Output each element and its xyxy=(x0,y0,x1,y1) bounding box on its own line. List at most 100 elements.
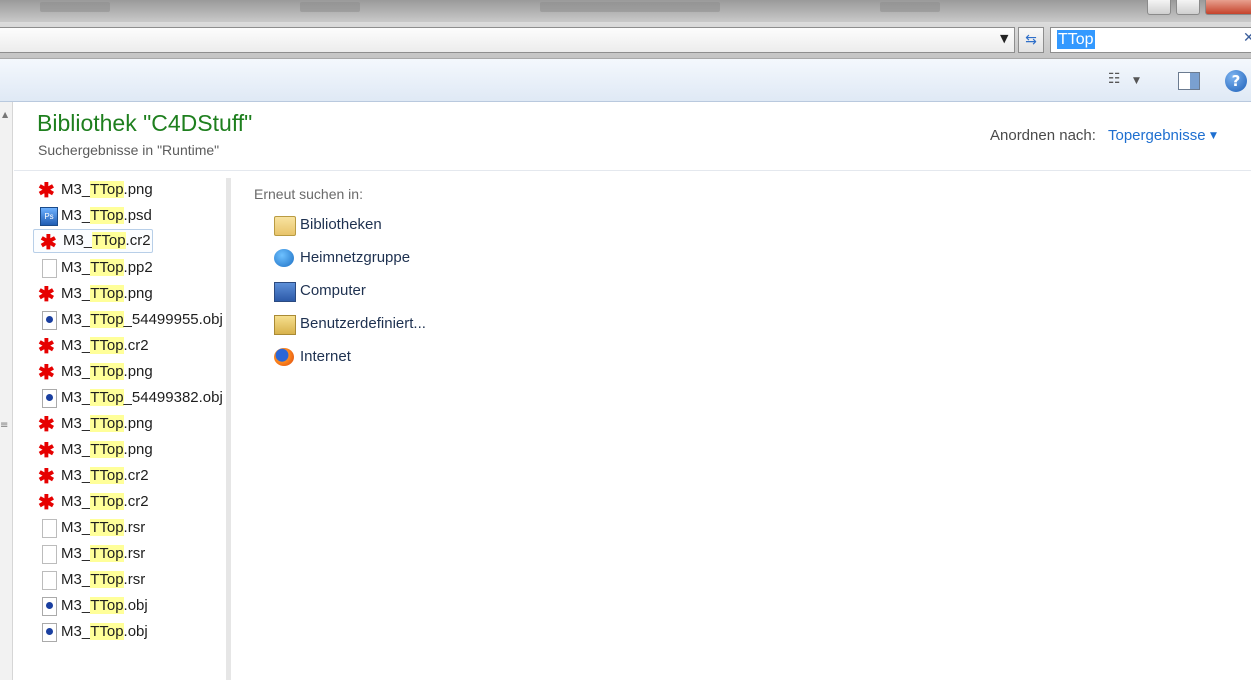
search-input[interactable] xyxy=(1055,31,1235,49)
search-match-highlight: TTop xyxy=(92,232,126,249)
maximize-button[interactable] xyxy=(1176,0,1200,15)
file-list-item[interactable]: ✱ M3_TTop.png xyxy=(32,438,222,462)
file-name: M3_TTop.obj xyxy=(61,594,148,618)
file-list-item[interactable]: Ps M3_TTop.psd xyxy=(32,204,222,228)
file-name: M3_TTop.png xyxy=(61,438,153,462)
pane-splitter[interactable] xyxy=(226,178,231,680)
png-file-icon: ✱ xyxy=(38,492,55,514)
view-options-icon: ☷ xyxy=(1108,71,1121,87)
file-list-item[interactable]: M3_TTop_54499955.obj xyxy=(32,308,223,332)
address-history-dropdown-icon[interactable]: ▼ xyxy=(1000,32,1008,45)
address-toolbar: ▼ ⇆ TTop ✕ xyxy=(0,22,1251,59)
change-view-button[interactable]: ☷ ▼ xyxy=(1108,71,1158,91)
file-name-prefix: M3_ xyxy=(61,467,91,484)
search-again-label: Erneut suchen in: xyxy=(254,186,363,202)
file-name: M3_TTop.cr2 xyxy=(61,490,149,514)
search-match-highlight: TTop xyxy=(90,441,124,458)
file-name-prefix: M3_ xyxy=(61,441,91,458)
file-list-item[interactable]: ✱ M3_TTop.png xyxy=(32,360,222,384)
search-match-highlight: TTop xyxy=(90,467,124,484)
search-match-highlight: TTop xyxy=(90,415,124,432)
search-location-subtitle: Suchergebnisse in "Runtime" xyxy=(38,142,220,158)
file-name-prefix: M3_ xyxy=(61,363,91,380)
file-name-prefix: M3_ xyxy=(61,597,91,614)
file-list-item[interactable]: M3_TTop.obj xyxy=(32,620,222,644)
file-list-item[interactable]: M3_TTop_54499382.obj xyxy=(32,386,223,410)
file-list-item[interactable]: ✱ M3_TTop.png xyxy=(32,282,222,306)
file-name-suffix: .cr2 xyxy=(123,493,149,510)
file-list-item[interactable]: ✱ M3_TTop.png xyxy=(32,178,222,202)
file-name: M3_TTop.cr2 xyxy=(61,334,149,358)
address-field[interactable] xyxy=(0,27,1015,53)
file-list-item[interactable]: ✱ M3_TTop.cr2 xyxy=(32,334,222,358)
file-list-item[interactable]: M3_TTop.rsr xyxy=(32,568,222,592)
search-match-highlight: TTop xyxy=(90,597,124,614)
obj-file-icon xyxy=(38,597,58,616)
file-name-prefix: M3_ xyxy=(61,181,91,198)
search-match-highlight: TTop xyxy=(90,207,124,224)
computer-icon xyxy=(274,282,296,302)
png-file-icon: ✱ xyxy=(38,414,55,436)
chevron-down-icon: ▼ xyxy=(1133,76,1140,86)
search-box[interactable]: TTop ✕ xyxy=(1050,27,1251,53)
file-list-item[interactable]: M3_TTop.pp2 xyxy=(32,256,222,280)
file-list-item[interactable]: ✱ M3_TTop.png xyxy=(32,412,222,436)
navigation-pane-edge[interactable]: ▲ ≡ xyxy=(0,102,13,680)
clear-search-icon[interactable]: ✕ xyxy=(1243,30,1251,46)
scroll-up-icon: ▲ xyxy=(2,110,9,119)
search-location-label: Benutzerdefiniert... xyxy=(300,315,426,332)
search-match-highlight: TTop xyxy=(90,259,124,276)
file-name-suffix: .cr2 xyxy=(123,337,149,354)
obj-file-icon xyxy=(38,623,58,642)
file-name-suffix: .rsr xyxy=(123,545,146,562)
refresh-icon: ⇆ xyxy=(1025,32,1037,48)
file-name-suffix: .png xyxy=(123,363,153,380)
search-location-label: Internet xyxy=(300,348,351,365)
file-list-item[interactable]: M3_TTop.rsr xyxy=(32,542,222,566)
libraries-icon xyxy=(274,216,296,236)
search-match-highlight: TTop xyxy=(90,389,124,406)
file-name-prefix: M3_ xyxy=(61,415,91,432)
file-name-suffix: .png xyxy=(123,181,153,198)
header-divider xyxy=(14,170,1251,171)
minimize-button[interactable] xyxy=(1147,0,1171,15)
file-name-suffix: .psd xyxy=(123,207,152,224)
png-file-icon: ✱ xyxy=(38,466,55,488)
search-location-label: Heimnetzgruppe xyxy=(300,249,411,266)
file-name: M3_TTop.cr2 xyxy=(63,230,151,252)
png-file-icon: ✱ xyxy=(38,336,55,358)
file-name-suffix: .obj xyxy=(123,597,148,614)
search-match-highlight: TTop xyxy=(90,285,124,302)
file-name: M3_TTop.rsr xyxy=(61,542,145,566)
file-name: M3_TTop.pp2 xyxy=(61,256,153,280)
arrange-chevron-down-icon[interactable]: ▼ xyxy=(1210,131,1217,141)
file-name: M3_TTop_54499382.obj xyxy=(61,386,223,410)
file-name-prefix: M3_ xyxy=(61,259,91,276)
search-match-highlight: TTop xyxy=(90,337,124,354)
file-name-suffix: .cr2 xyxy=(125,232,151,249)
search-match-highlight: TTop xyxy=(90,493,124,510)
file-name-prefix: M3_ xyxy=(61,389,91,406)
file-name-prefix: M3_ xyxy=(61,207,91,224)
search-location-label: Bibliotheken xyxy=(300,216,382,233)
psd-file-icon: Ps xyxy=(38,207,58,226)
library-title: Bibliothek "C4DStuff" xyxy=(37,110,253,136)
file-list-item[interactable]: ✱ M3_TTop.cr2 xyxy=(32,464,222,488)
png-file-icon: ✱ xyxy=(38,440,55,462)
close-window-button[interactable] xyxy=(1205,0,1251,15)
command-bar: ☷ ▼ ? xyxy=(0,59,1251,102)
file-list-item[interactable]: M3_TTop.obj xyxy=(32,594,222,618)
search-match-highlight: TTop xyxy=(90,571,124,588)
file-name-prefix: M3_ xyxy=(61,493,91,510)
file-name-suffix: .png xyxy=(123,415,153,432)
help-icon[interactable]: ? xyxy=(1225,70,1247,92)
file-list-item[interactable]: M3_TTop.rsr xyxy=(32,516,222,540)
arrange-by-dropdown[interactable]: Topergebnisse xyxy=(1108,127,1206,144)
obj-file-icon xyxy=(38,389,58,408)
file-name: M3_TTop.rsr xyxy=(61,516,145,540)
file-list-item[interactable]: ✱ M3_TTop.cr2 xyxy=(32,490,222,514)
obj-file-icon xyxy=(38,311,58,330)
file-list-item[interactable]: ✱ M3_TTop.cr2 xyxy=(33,229,153,253)
refresh-button[interactable]: ⇆ xyxy=(1018,27,1044,53)
preview-pane-button[interactable] xyxy=(1178,72,1200,90)
